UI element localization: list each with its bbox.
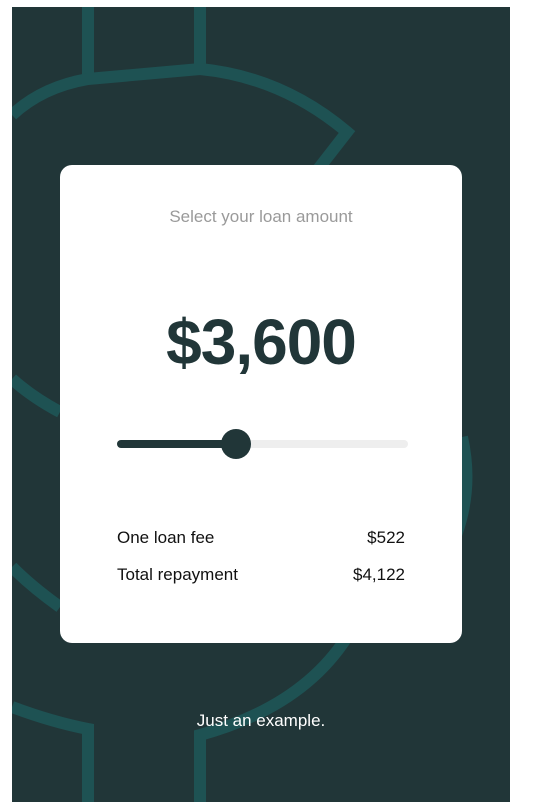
page: Select your loan amount $3,600 One loan … bbox=[0, 0, 541, 812]
loan-fee-value: $522 bbox=[367, 528, 405, 547]
slider-thumb[interactable] bbox=[221, 429, 251, 459]
slider-fill bbox=[117, 440, 236, 448]
loan-amount-slider[interactable] bbox=[117, 429, 408, 459]
loan-amount-value: $3,600 bbox=[166, 306, 357, 378]
loan-panel: Select your loan amount $3,600 One loan … bbox=[12, 7, 510, 802]
total-repayment-value: $4,122 bbox=[353, 565, 405, 584]
total-repayment-row: Total repayment $4,122 bbox=[117, 565, 405, 585]
loan-fee-label: One loan fee bbox=[117, 528, 215, 547]
example-disclaimer: Just an example. bbox=[196, 711, 326, 730]
loan-amount-prompt: Select your loan amount bbox=[169, 207, 353, 226]
loan-fee-row: One loan fee $522 bbox=[117, 528, 405, 548]
total-repayment-label: Total repayment bbox=[117, 565, 238, 584]
loan-card: Select your loan amount $3,600 One loan … bbox=[60, 165, 462, 643]
